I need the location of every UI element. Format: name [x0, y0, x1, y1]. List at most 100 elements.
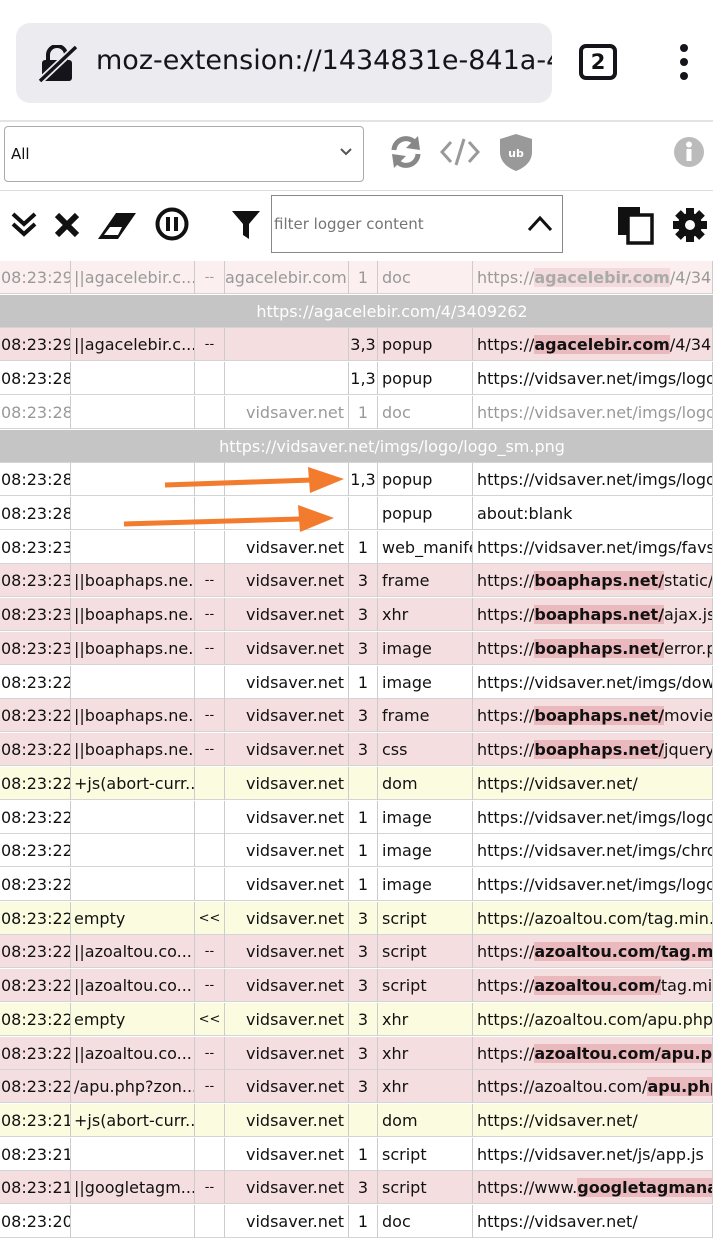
url-cell: https://vidsaver.net/imgs/chro...: [473, 834, 713, 868]
log-row[interactable]: 08:23:21 vidsaver.net 1 script https://vidsa…: [0, 1137, 713, 1171]
log-group-header[interactable]: https://agacelebir.com/4/3409262: [0, 294, 713, 328]
flag-cell: <<: [195, 1002, 225, 1036]
tab-select[interactable]: All: [4, 126, 364, 182]
context-cell: vidsaver.net: [225, 1137, 349, 1171]
log-row[interactable]: 08:23:22/apu.php?zon... -- vidsaver.net 3 xh…: [0, 1070, 713, 1104]
flag-cell: --: [195, 699, 225, 733]
tab-counter-button[interactable]: 2: [579, 44, 617, 80]
time-cell: 08:23:28: [0, 362, 71, 396]
time-cell: 08:23:20: [0, 1205, 71, 1238]
log-row[interactable]: 08:23:28 1,3 popup https://vidsaver.net/img…: [0, 463, 713, 497]
chevron-up-icon[interactable]: [526, 212, 554, 236]
flag-cell: --: [195, 631, 225, 665]
browser-menu-icon[interactable]: [676, 44, 692, 82]
url-highlight: boaphaps.net/: [534, 706, 665, 726]
filter-cell: ||boaphaps.ne...: [71, 733, 195, 767]
log-row[interactable]: 08:23:28 vidsaver.net 1 doc https://vidsaver…: [0, 395, 713, 429]
type-cell: css: [378, 733, 473, 767]
context-cell: vidsaver.net: [225, 1104, 349, 1137]
filter-cell: ||agacelebir.c...: [71, 328, 195, 362]
url-part: https://azoaltou.com/: [477, 1077, 648, 1097]
flag-cell: <<: [195, 901, 225, 935]
type-cell: xhr: [378, 1036, 473, 1070]
log-row[interactable]: 08:23:22 vidsaver.net 1 image https://vidsav…: [0, 800, 713, 834]
log-row[interactable]: 08:23:28 popup about:blank: [0, 497, 713, 531]
log-row[interactable]: 08:23:22 empty << vidsaver.net 3 script https:…: [0, 901, 713, 935]
url-part: https://: [477, 740, 535, 760]
flag-cell: [195, 834, 225, 868]
type-cell: image: [378, 665, 473, 699]
context-cell: [225, 328, 349, 362]
log-row[interactable]: 08:23:22 ||azoaltou.co... -- vidsaver.net 3 s…: [0, 935, 713, 969]
url-part: error.pn...: [664, 638, 712, 658]
log-row[interactable]: 08:23:23 ||boaphaps.ne... -- vidsaver.net 3 i…: [0, 631, 713, 665]
filter-cell: [71, 867, 195, 901]
url-part: https://: [477, 976, 535, 996]
filter-cell: [71, 1137, 195, 1171]
log-row[interactable]: 08:23:29 ||agacelebir.c... -- agacelebir.co…: [0, 261, 713, 294]
filter-icon[interactable]: [230, 209, 262, 241]
filter-cell: ||boaphaps.ne...: [71, 699, 195, 733]
context-cell: [225, 463, 349, 497]
filter-cell: ||azoaltou.co...: [71, 1036, 195, 1070]
log-row[interactable]: 08:23:22 ||boaphaps.ne... -- vidsaver.net 3 f…: [0, 699, 713, 733]
log-row[interactable]: 08:23:22 vidsaver.net 1 image https://vidsav…: [0, 665, 713, 699]
time-cell: 08:23:22: [0, 935, 71, 969]
url-part: https://: [477, 1043, 535, 1063]
flag-cell: [195, 497, 225, 531]
type-cell: image: [378, 867, 473, 901]
party-cell: 3: [349, 733, 378, 767]
insecure-lock-icon: [38, 45, 78, 83]
url-part: https://vidsaver.net/imgs/logo...: [477, 369, 713, 389]
log-row[interactable]: 08:23:22 ||azoaltou.co... -- vidsaver.net 3 s…: [0, 969, 713, 1003]
url-cell: https://vidsaver.net/js/app.js: [473, 1137, 713, 1171]
log-row[interactable]: 08:23:23 vidsaver.net 1 web_manife https://v…: [0, 530, 713, 564]
url-bar[interactable]: moz-extension://1434831e-841a-4: [16, 23, 552, 103]
url-cell: https://vidsaver.net/imgs/logo...: [473, 800, 713, 834]
context-cell: vidsaver.net: [225, 1070, 349, 1104]
filter-input[interactable]: [272, 196, 524, 252]
log-group-header[interactable]: https://vidsaver.net/imgs/logo/logo_sm.p…: [0, 429, 713, 463]
log-row[interactable]: 08:23:22 vidsaver.net 1 image https://vidsav…: [0, 834, 713, 868]
type-cell: image: [378, 800, 473, 834]
flag-cell: --: [195, 598, 225, 632]
log-row[interactable]: 08:23:21 +js(abort-curr... vidsaver.net dom…: [0, 1104, 713, 1137]
log-row[interactable]: 08:23:28 1,3 popup https://vidsaver.net/img…: [0, 362, 713, 396]
eraser-icon[interactable]: [96, 211, 138, 241]
log-row[interactable]: 08:23:20 vidsaver.net 1 doc https://vidsaver…: [0, 1205, 713, 1238]
gear-icon[interactable]: [672, 207, 708, 243]
flag-cell: [195, 1104, 225, 1137]
url-cell: https://agacelebir.com/4/340...: [473, 328, 713, 362]
flag-cell: [195, 1205, 225, 1238]
url-part: https://vidsaver.net/imgs/chro...: [477, 841, 713, 861]
log-row[interactable]: 08:23:22 +js(abort-curr... vidsaver.net dom…: [0, 766, 713, 800]
log-row[interactable]: 08:23:29 ||agacelebir.c... -- 3,3 popup https…: [0, 328, 713, 362]
url-cell: https://vidsaver.net/imgs/logo...: [473, 867, 713, 901]
url-highlight: azoaltou.com/tag.min.js: [534, 942, 712, 962]
code-icon[interactable]: [440, 136, 480, 168]
url-highlight: boaphaps.net/: [534, 605, 665, 625]
info-icon[interactable]: [673, 136, 705, 168]
url-part: https://vidsaver.net/: [477, 1111, 638, 1130]
close-icon[interactable]: [54, 212, 80, 238]
expand-all-icon[interactable]: [10, 209, 38, 239]
url-part: https://vidsaver.net/imgs/logo...: [477, 807, 713, 827]
url-cell: https://boaphaps.net/movie/6...: [473, 699, 713, 733]
url-highlight: boaphaps.net/: [534, 571, 665, 591]
ublock-shield-icon[interactable]: ub: [498, 132, 534, 172]
refresh-icon[interactable]: [388, 134, 424, 170]
log-row[interactable]: 08:23:23 ||boaphaps.ne... -- vidsaver.net 3 f…: [0, 564, 713, 598]
pause-icon[interactable]: [155, 207, 189, 241]
filter-cell: ||agacelebir.c...: [71, 261, 195, 294]
log-row[interactable]: 08:23:23 ||boaphaps.ne... -- vidsaver.net 3 x…: [0, 598, 713, 632]
log-row[interactable]: 08:23:22 vidsaver.net 1 image https://vidsav…: [0, 867, 713, 901]
context-cell: vidsaver.net: [225, 733, 349, 767]
group-url: https://vidsaver.net/imgs/logo/logo_sm.p…: [219, 436, 565, 456]
flag-cell: --: [195, 1171, 225, 1205]
log-row[interactable]: 08:23:22 ||azoaltou.co... -- vidsaver.net 3 x…: [0, 1036, 713, 1070]
type-cell: script: [378, 1137, 473, 1171]
log-row[interactable]: 08:23:22 empty << vidsaver.net 3 xhr https://a…: [0, 1002, 713, 1036]
log-row[interactable]: 08:23:22 ||boaphaps.ne... -- vidsaver.net 3 c…: [0, 733, 713, 767]
copy-icon[interactable]: [616, 205, 656, 245]
log-row[interactable]: 08:23:21 ||googletagm... -- vidsaver.net 3 sc…: [0, 1171, 713, 1205]
